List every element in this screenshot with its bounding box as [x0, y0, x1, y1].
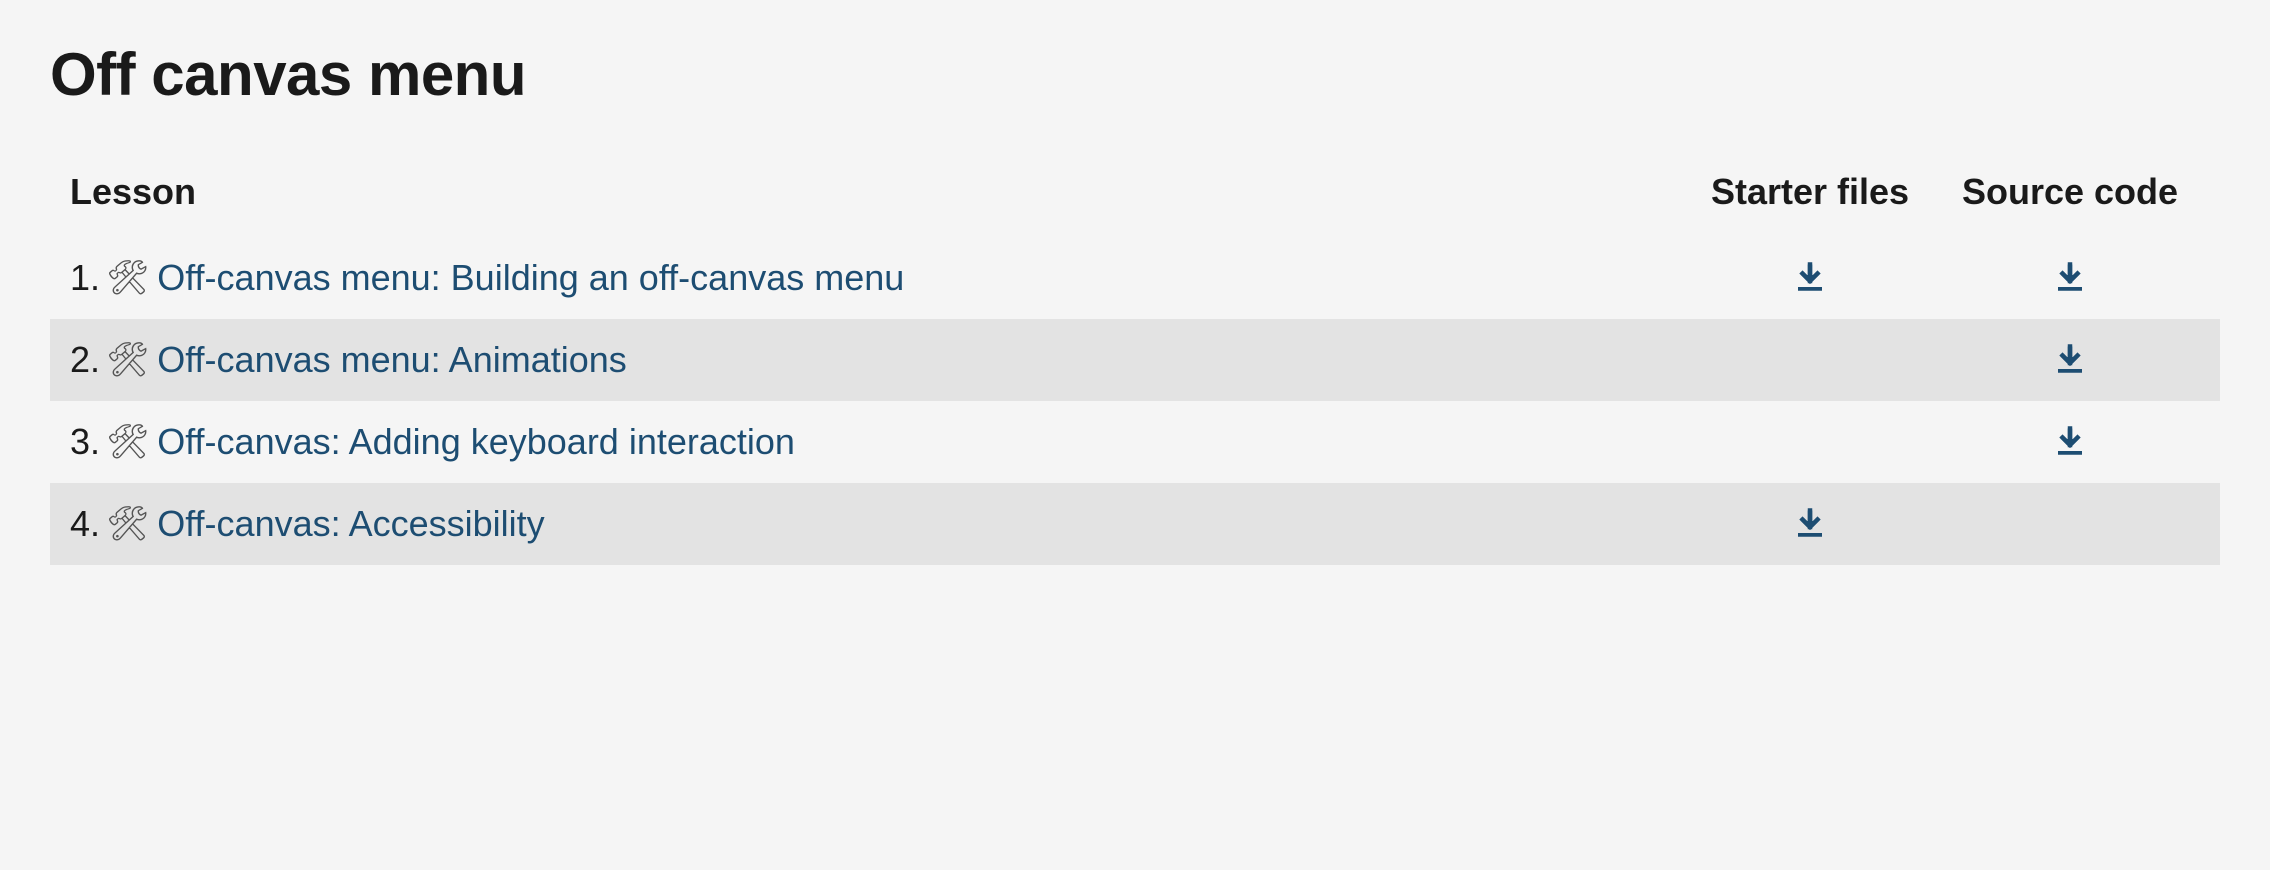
lesson-link[interactable]: Off-canvas: Accessibility — [157, 503, 544, 545]
lesson-link[interactable]: Off-canvas menu: Animations — [157, 339, 627, 381]
lesson-number: 1. — [70, 257, 100, 299]
tools-icon: 🛠 — [106, 504, 149, 544]
download-icon[interactable] — [1792, 260, 1828, 296]
table-row: 2.🛠Off-canvas menu: Animations — [50, 319, 2220, 401]
lesson-number: 2. — [70, 339, 100, 381]
tools-icon: 🛠 — [106, 258, 149, 298]
lesson-number: 4. — [70, 503, 100, 545]
page-title: Off canvas menu — [50, 40, 2220, 109]
download-icon[interactable] — [2052, 260, 2088, 296]
table-header-row: Lesson Starter files Source code — [50, 159, 2220, 237]
download-icon[interactable] — [2052, 424, 2088, 460]
lesson-number: 3. — [70, 421, 100, 463]
tools-icon: 🛠 — [106, 340, 149, 380]
header-lesson: Lesson — [70, 171, 1680, 213]
tools-icon: 🛠 — [106, 422, 149, 462]
lessons-table: Lesson Starter files Source code 1.🛠Off-… — [50, 159, 2220, 565]
lesson-link[interactable]: Off-canvas menu: Building an off-canvas … — [157, 257, 904, 299]
table-row: 3.🛠Off-canvas: Adding keyboard interacti… — [50, 401, 2220, 483]
lesson-cell: 2.🛠Off-canvas menu: Animations — [70, 339, 1680, 381]
starter-cell — [1680, 506, 1940, 542]
download-icon[interactable] — [2052, 342, 2088, 378]
table-row: 1.🛠Off-canvas menu: Building an off-canv… — [50, 237, 2220, 319]
lesson-cell: 4.🛠Off-canvas: Accessibility — [70, 503, 1680, 545]
lesson-cell: 3.🛠Off-canvas: Adding keyboard interacti… — [70, 421, 1680, 463]
lesson-cell: 1.🛠Off-canvas menu: Building an off-canv… — [70, 257, 1680, 299]
starter-cell — [1680, 260, 1940, 296]
download-icon[interactable] — [1792, 506, 1828, 542]
header-starter: Starter files — [1680, 171, 1940, 213]
table-row: 4.🛠Off-canvas: Accessibility — [50, 483, 2220, 565]
header-source: Source code — [1940, 171, 2200, 213]
source-cell — [1940, 424, 2200, 460]
lesson-link[interactable]: Off-canvas: Adding keyboard interaction — [157, 421, 795, 463]
source-cell — [1940, 260, 2200, 296]
source-cell — [1940, 342, 2200, 378]
